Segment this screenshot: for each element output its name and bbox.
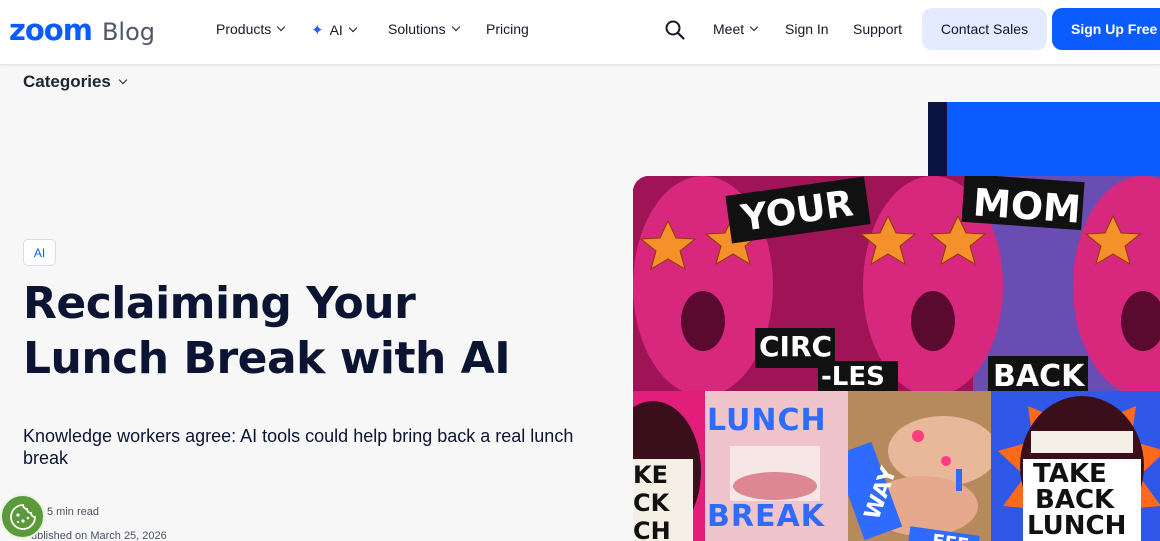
- collage-word-les: -LES: [821, 362, 885, 391]
- collage-word-break: BREAK: [707, 499, 825, 534]
- chevron-down-icon: [749, 22, 759, 32]
- collage-panel-take-back-lunch: TAKE BACK LUNCH: [991, 391, 1160, 541]
- article-title: Reclaiming Your Lunch Break with AI: [23, 276, 603, 386]
- article-title-line-2: Lunch Break with AI: [23, 333, 511, 384]
- chevron-down-icon: [348, 23, 358, 33]
- collage-word-ch: CH: [633, 517, 671, 541]
- nav-ai-label: AI: [329, 22, 343, 38]
- collage-panel-mouth-left: KE CK CH: [633, 391, 705, 541]
- cookie-icon: [9, 503, 36, 530]
- sparkle-icon: ✦: [311, 22, 324, 39]
- nav-products-label: Products: [216, 21, 272, 37]
- collage-word-ke: KE: [633, 461, 668, 489]
- cookie-preferences-button[interactable]: [0, 494, 45, 539]
- zoom-blog-logo[interactable]: zoom Blog: [9, 13, 155, 47]
- nav-support[interactable]: Support: [853, 21, 902, 37]
- support-label: Support: [853, 21, 903, 37]
- nav-pricing-label: Pricing: [486, 21, 529, 37]
- sign-in-label: Sign In: [785, 21, 829, 37]
- collage-word-back: BACK: [993, 359, 1085, 391]
- chevron-down-icon: [451, 22, 460, 32]
- article-title-line-1: Reclaiming Your: [23, 278, 416, 329]
- top-navigation-bar: zoom Blog Products ✦ AI Solutions Pricin…: [0, 0, 1160, 65]
- collage-word-mom: MOM: [971, 180, 1083, 232]
- search-button[interactable]: [664, 19, 686, 41]
- nav-ai[interactable]: ✦ AI: [311, 21, 358, 39]
- nav-solutions-label: Solutions: [388, 21, 446, 37]
- search-icon: [665, 20, 685, 40]
- nav-pricing[interactable]: Pricing: [486, 21, 529, 37]
- decorative-blue-block: [947, 102, 1160, 182]
- read-time: 5 min read: [47, 506, 99, 518]
- chevron-down-icon: [277, 22, 286, 32]
- nav-meet[interactable]: Meet: [713, 21, 759, 37]
- nav-solutions[interactable]: Solutions: [388, 21, 460, 37]
- collage-hands-art: [848, 391, 991, 541]
- collage-word-lunch-2: LUNCH: [1027, 511, 1127, 541]
- blog-label: Blog: [101, 18, 156, 46]
- nav-sign-in[interactable]: Sign In: [785, 21, 829, 37]
- hero-collage-image: YOUR MOM CIRC -LES BACK KE CK CH LUNCH B…: [633, 176, 1160, 541]
- collage-word-circ: CIRC: [759, 330, 833, 363]
- category-tag-ai[interactable]: AI: [23, 239, 56, 266]
- sign-up-free-button[interactable]: Sign Up Free: [1052, 8, 1160, 50]
- nav-meet-label: Meet: [713, 21, 745, 37]
- nav-products[interactable]: Products: [216, 21, 286, 37]
- decorative-navy-block: [928, 102, 948, 182]
- collage-word-ck: CK: [633, 489, 670, 517]
- categories-label: Categories: [23, 72, 111, 91]
- collage-panel-lunch-break: LUNCH BREAK: [705, 391, 848, 541]
- article-subtitle: Knowledge workers agree: AI tools could …: [23, 426, 574, 468]
- collage-top-band: YOUR MOM CIRC -LES BACK: [633, 176, 1160, 391]
- zoom-logo-wordmark: zoom: [9, 13, 93, 47]
- contact-sales-button[interactable]: Contact Sales: [922, 8, 1047, 50]
- collage-word-lunch: LUNCH: [707, 403, 827, 438]
- chevron-down-icon: [118, 75, 128, 85]
- categories-dropdown[interactable]: Categories: [23, 72, 128, 92]
- collage-panel-hands: WAY FEE: [848, 391, 991, 541]
- published-date: ublished on March 25, 2026: [31, 530, 167, 541]
